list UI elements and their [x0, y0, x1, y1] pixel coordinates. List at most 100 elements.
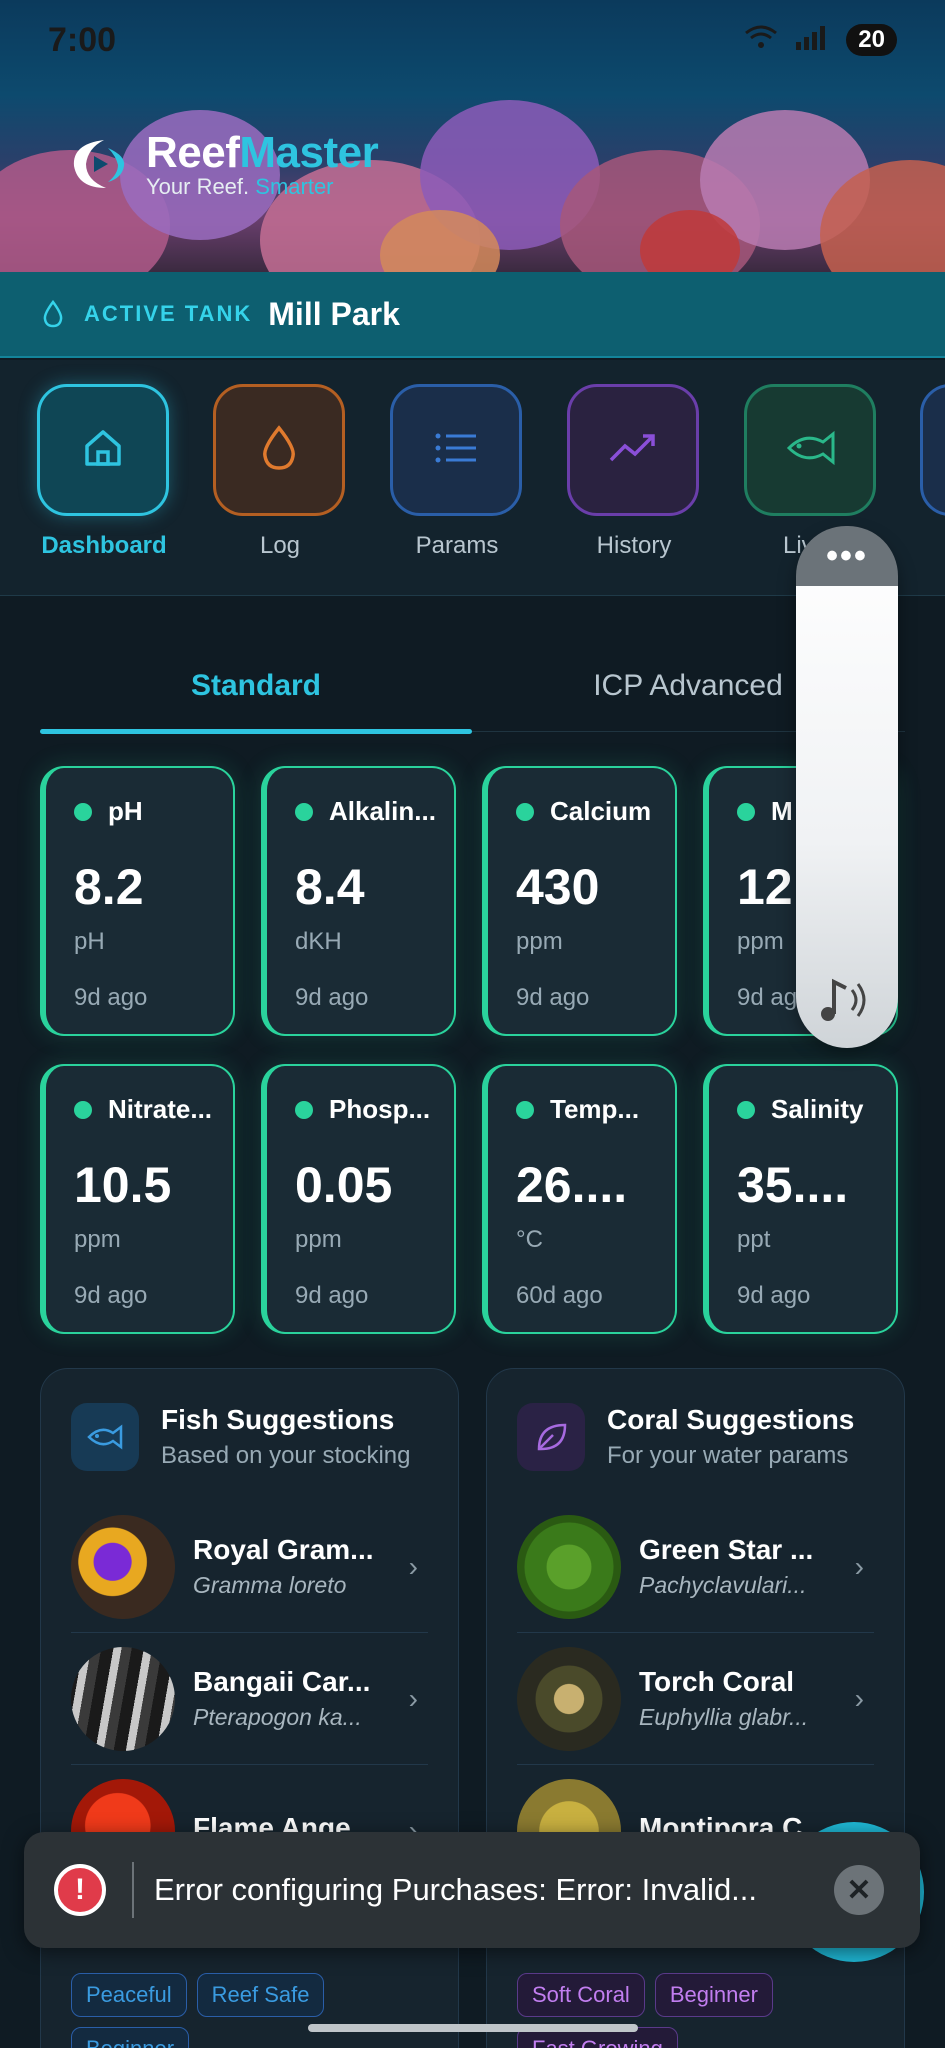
fish-thumbnail — [71, 1646, 175, 1751]
fish-thumbnail — [71, 1514, 175, 1619]
coral-row-torch-coral[interactable]: Torch Coral Euphyllia glabr... › — [517, 1633, 874, 1765]
status-time: 7:00 — [48, 20, 117, 59]
param-unit: dKH — [295, 928, 342, 955]
param-card-phosphate[interactable]: Phosp... 0.05 ppm 9d ago — [261, 1064, 456, 1334]
leaf-icon — [517, 1403, 585, 1471]
status-dot — [737, 1101, 755, 1119]
fish-name: Bangaii Car... — [193, 1666, 371, 1697]
param-name: Salinity — [771, 1094, 864, 1124]
param-card-temperature[interactable]: Temp... 26.... °C 60d ago — [482, 1064, 677, 1334]
water-drop-icon — [42, 299, 64, 328]
close-icon[interactable]: ✕ — [834, 1865, 884, 1915]
coral-thumbnail — [517, 1646, 621, 1751]
tagline-first: Your Reef. — [146, 174, 256, 199]
param-card-calcium[interactable]: Calcium 430 ppm 9d ago — [482, 766, 677, 1036]
chevron-right-icon: › — [408, 1682, 418, 1714]
coral-thumbnail — [517, 1514, 621, 1619]
chevron-right-icon: › — [408, 1550, 418, 1582]
param-value: 0.05 — [295, 1157, 393, 1213]
status-dot — [737, 803, 755, 821]
app-logo: ReefMaster Your Reef. Smarter — [64, 128, 379, 200]
param-age: 9d ago — [737, 1282, 811, 1309]
nav-log[interactable]: Log — [213, 384, 347, 560]
error-snackbar: ! Error configuring Purchases: Error: In… — [24, 1832, 920, 1948]
wifi-icon — [744, 24, 778, 57]
coral-suggestions-title: Coral Suggestions — [607, 1404, 855, 1435]
tab-standard[interactable]: Standard — [40, 640, 472, 734]
fish-suggestions-title: Fish Suggestions — [161, 1404, 395, 1435]
snackbar-message: Error configuring Purchases: Error: Inva… — [154, 1872, 758, 1907]
param-unit: ppm — [295, 1226, 342, 1253]
coral-tags: Soft Coral Beginner Fast Growing — [517, 1973, 877, 2048]
list-icon — [432, 428, 480, 473]
nav-lives-button[interactable] — [744, 384, 876, 516]
chevron-right-icon: › — [854, 1682, 864, 1714]
param-value: 8.2 — [74, 859, 144, 915]
nav-params-button[interactable] — [390, 384, 522, 516]
brand-name-first: Reef — [146, 128, 240, 177]
tag-chip: Soft Coral — [517, 1973, 645, 2017]
param-card-salinity[interactable]: Salinity 35.... ppt 9d ago — [703, 1064, 898, 1334]
nav-history[interactable]: History — [567, 384, 701, 560]
param-card-alkalinity[interactable]: Alkalin... 8.4 dKH 9d ago — [261, 766, 456, 1036]
status-dot — [74, 803, 92, 821]
status-dot — [516, 803, 534, 821]
param-unit: pH — [74, 928, 105, 955]
param-value: 26.... — [516, 1157, 628, 1213]
drop-icon — [257, 424, 301, 477]
param-age: 9d ago — [516, 984, 590, 1011]
param-name: Nitrate... — [108, 1094, 213, 1124]
status-icons: 20 — [744, 24, 897, 57]
fish-suggestions-subtitle: Based on your stocking — [161, 1442, 411, 1469]
param-name: Alkalin... — [329, 796, 436, 826]
fish-scientific-name: Gramma loreto — [193, 1572, 347, 1598]
param-unit: ppm — [516, 928, 563, 955]
coral-suggestions-subtitle: For your water params — [607, 1442, 849, 1469]
fish-suggestion-icon — [71, 1403, 139, 1471]
nav-dashboard[interactable]: Dashboard — [37, 384, 171, 560]
signal-icon — [794, 24, 830, 57]
tag-chip: Beginner — [71, 2027, 190, 2048]
tag-chip: Beginner — [654, 1973, 773, 2017]
nav-dashboard-label: Dashboard — [41, 532, 167, 559]
param-card-nitrate[interactable]: Nitrate... 10.5 ppm 9d ago — [40, 1064, 235, 1334]
param-name: pH — [108, 796, 143, 826]
nav-more-item[interactable] — [920, 384, 945, 516]
param-age: 9d ag — [737, 984, 798, 1011]
error-icon: ! — [54, 1864, 106, 1916]
coral-scientific-name: Euphyllia glabr... — [639, 1704, 809, 1730]
param-card-ph[interactable]: pH 8.2 pH 9d ago — [40, 766, 235, 1036]
status-dot — [516, 1101, 534, 1119]
status-dot — [295, 803, 313, 821]
fish-row-banggai-cardinal[interactable]: Bangaii Car... Pterapogon ka... › — [71, 1633, 428, 1765]
tagline-second: Smarter — [255, 174, 334, 199]
nav-dashboard-button[interactable] — [37, 384, 169, 516]
nav-log-button[interactable] — [213, 384, 345, 516]
nav-params[interactable]: Params — [390, 384, 524, 560]
coral-scientific-name: Pachyclavulari... — [639, 1572, 807, 1598]
coral-row-green-star-polyp[interactable]: Green Star ... Pachyclavulari... › — [517, 1501, 874, 1633]
param-age: 9d ago — [295, 1282, 369, 1309]
home-indicator[interactable] — [308, 2024, 638, 2032]
coral-name: Green Star ... — [639, 1534, 814, 1565]
status-dot — [74, 1101, 92, 1119]
param-unit: ppm — [74, 1226, 121, 1253]
app-screen: 7:00 20 ReefMaster Your Reef. Smarter AC… — [0, 0, 945, 2048]
floating-assistant-panel[interactable]: ••• — [796, 526, 898, 1048]
param-unit: ppm — [737, 928, 784, 955]
nav-history-button[interactable] — [567, 384, 699, 516]
snackbar-divider — [132, 1862, 134, 1918]
active-tank-label: ACTIVE TANK — [84, 301, 253, 326]
battery-indicator: 20 — [846, 24, 897, 56]
fish-scientific-name: Pterapogon ka... — [193, 1704, 362, 1730]
sound-icon[interactable] — [816, 968, 876, 1028]
param-age: 9d ago — [74, 984, 148, 1011]
status-dot — [295, 1101, 313, 1119]
nav-log-label: Log — [259, 532, 301, 559]
active-tank-bar[interactable]: ACTIVE TANK Mill Park — [0, 272, 945, 358]
param-name: Calcium — [550, 796, 652, 826]
reefmaster-logo-icon — [64, 134, 134, 194]
fish-row-royal-gramma[interactable]: Royal Gram... Gramma loreto › — [71, 1501, 428, 1633]
param-tabs: Standard ICP Advanced — [40, 640, 905, 734]
param-name: Phosp... — [329, 1094, 431, 1124]
